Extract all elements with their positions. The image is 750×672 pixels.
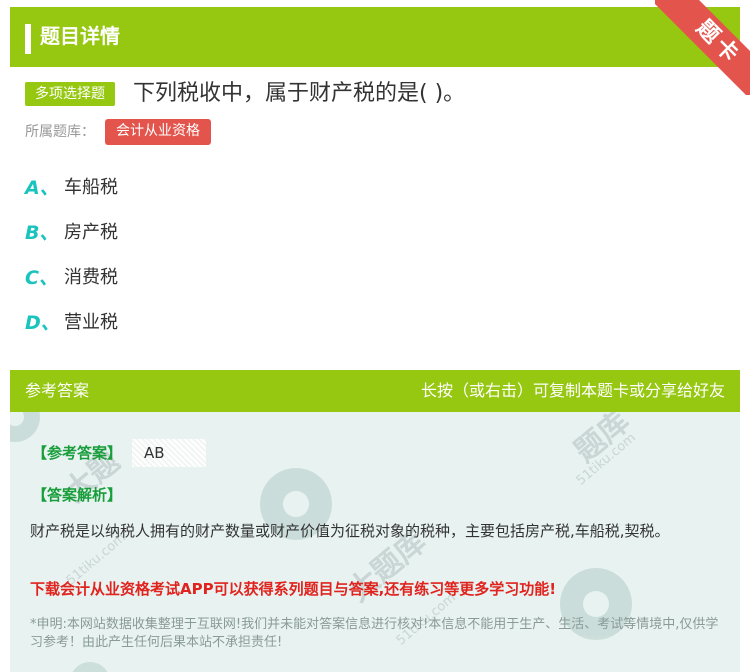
question-text: 下列税收中，属于财产税的是( )。 <box>133 81 466 106</box>
header-accent-bar <box>25 24 31 54</box>
bank-label: 所属题库： <box>25 124 95 140</box>
question-type-badge: 多项选择题 <box>25 82 115 106</box>
reference-answer-label: 【参考答案】 <box>32 444 123 462</box>
ribbon-label: 题卡 <box>655 0 750 95</box>
option-text: 车船税 <box>64 177 118 198</box>
app-download-promo[interactable]: 下载会计从业资格考试APP可以获得系列题目与答案,还有练习等更多学习功能! <box>30 578 556 599</box>
bank-link[interactable]: 会计从业资格 <box>105 119 211 145</box>
option-letter: A、 <box>25 177 59 199</box>
watermark-logo <box>70 662 110 672</box>
option-letter: C、 <box>25 267 58 289</box>
option-text: 房产税 <box>64 222 118 243</box>
explanation-label: 【答案解析】 <box>32 486 123 504</box>
page-header: 题目详情 <box>10 7 740 67</box>
option-letter: B、 <box>25 222 59 244</box>
answer-body: 大题库 题库 大题 51tiku.com 51tiku.com 51tiku.c… <box>10 412 740 672</box>
watermark-logo <box>10 412 40 442</box>
page-title: 题目详情 <box>40 24 120 48</box>
option-letter: D、 <box>25 312 60 334</box>
explanation-text: 财产税是以纳税人拥有的财产数量或财产价值为征税对象的税种，主要包括房产税,车船税… <box>30 522 670 540</box>
answer-header-title: 参考答案 <box>25 381 90 400</box>
share-hint: 长按（或右击）可复制本题卡或分享给好友 <box>420 381 725 400</box>
reference-answer-value: AB <box>132 439 206 467</box>
corner-ribbon: 题卡 <box>655 0 750 95</box>
option-text: 营业税 <box>64 312 118 333</box>
option-text: 消费税 <box>64 267 118 288</box>
disclaimer-text: *申明:本网站数据收集整理于互联网!我们并未能对答案信息进行核对!本信息不能用于… <box>30 617 719 650</box>
answer-header: 参考答案 长按（或右击）可复制本题卡或分享给好友 <box>10 370 740 412</box>
